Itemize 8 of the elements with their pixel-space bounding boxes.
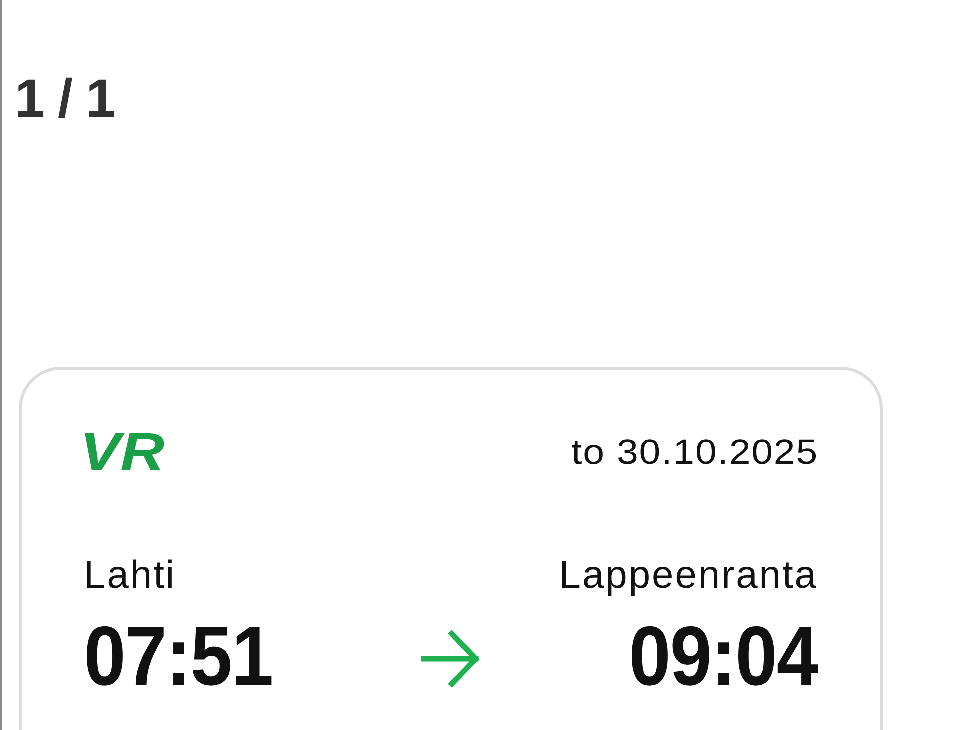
arrival-station: Lappeenranta [559,556,818,595]
departure-time: 07:51 [84,614,273,698]
arrival-time: 09:04 [629,614,818,698]
operator-logo: VR [80,426,166,479]
departure-station: Lahti [84,556,176,595]
arrow-right-icon [421,630,481,688]
page-indicator: 1 / 1 [15,72,116,126]
travel-date: to 30.10.2025 [571,435,818,470]
